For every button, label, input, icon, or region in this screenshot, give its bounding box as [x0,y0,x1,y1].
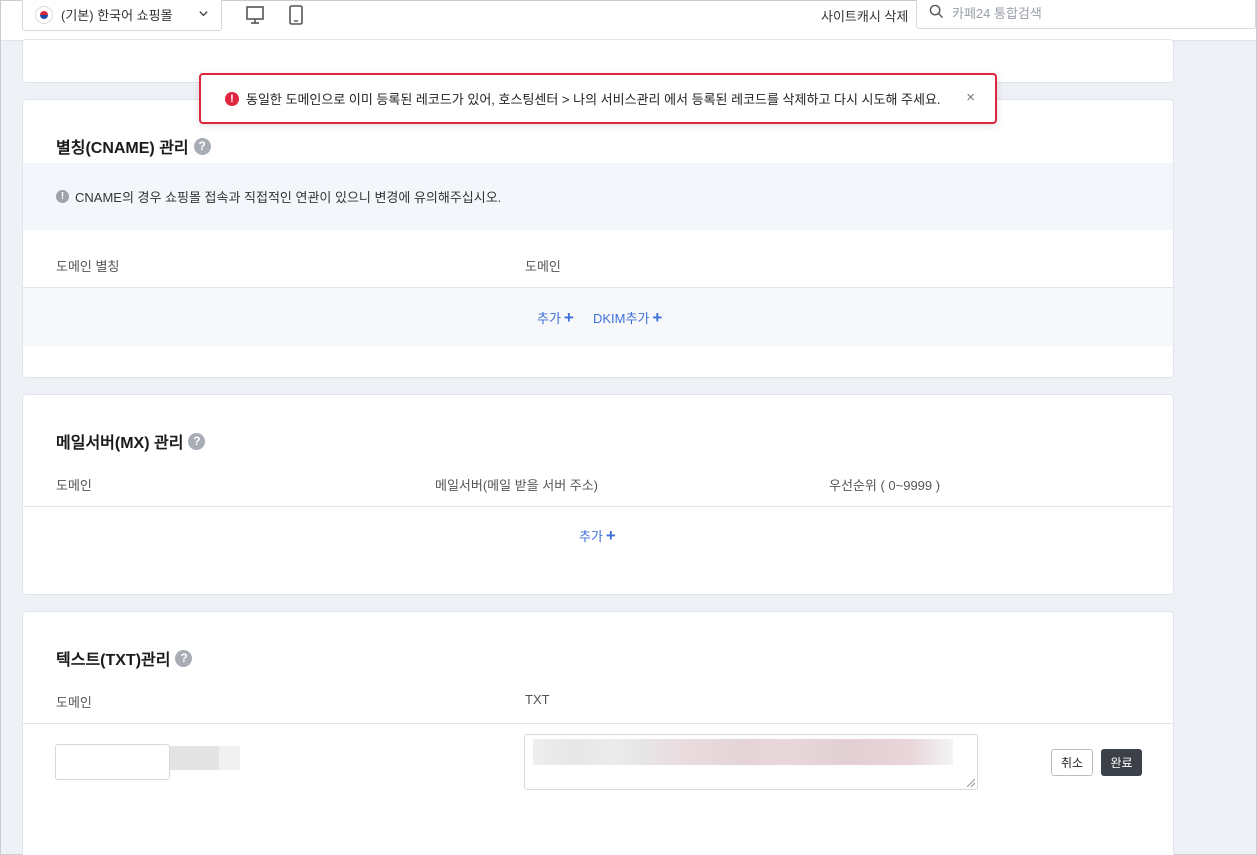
dkim-add-button[interactable]: DKIM추가 + [593,308,662,327]
col-domain: 도메인 [56,695,92,710]
cname-title-text: 별칭(CNAME) 관리 [56,140,189,157]
add-label: 추가 [579,529,603,544]
add-row: 추가 + DKIM추가 + [23,288,1173,346]
txt-domain-input[interactable] [55,744,170,780]
col-txt: TXT [525,692,550,707]
chevron-down-icon [198,8,209,22]
plus-icon: + [652,308,663,327]
error-toast-message: 동일한 도메인으로 이미 등록된 레코드가 있어, 호스팅센터 > 나의 서비스… [246,92,941,107]
mx-title: 메일서버(MX) 관리 ? [56,429,206,453]
resize-handle[interactable] [967,779,975,787]
col-domain-alias: 도메인 별칭 [56,259,120,274]
col-domain: 도메인 [56,478,92,493]
korea-flag-icon [35,5,53,24]
done-button[interactable]: 완료 [1101,749,1142,776]
cname-add-button[interactable]: 추가 + [537,308,574,327]
mobile-view-icon[interactable] [286,5,306,25]
help-icon[interactable]: ? [193,137,211,155]
site-cache-delete-link[interactable]: 사이트캐시 삭제 [821,6,908,25]
col-mail-server: 메일서버(메일 받을 서버 주소) [435,478,599,493]
txt-section: 텍스트(TXT)관리 ? 도메인 TXT 취소 완료 [22,611,1174,855]
col-priority: 우선순위 ( 0~9999 ) [829,478,941,493]
mx-section: 메일서버(MX) 관리 ? 도메인 메일서버(메일 받을 서버 주소) 우선순위… [22,394,1174,595]
txt-value-textarea[interactable] [524,734,978,790]
mall-select-label: (기본) 한국어 쇼핑몰 [61,8,173,23]
cname-notice-text: CNAME의 경우 쇼핑몰 접속과 직접적인 연관이 있으니 변경에 유의해주십… [75,190,502,205]
plus-icon: + [605,526,616,545]
help-icon[interactable]: ? [188,432,206,450]
txt-title: 텍스트(TXT)관리 ? [56,646,193,670]
cname-title: 별칭(CNAME) 관리 ? [56,134,211,158]
txt-title-text: 텍스트(TXT)관리 [56,652,171,669]
help-icon[interactable]: ? [175,649,193,667]
mx-title-text: 메일서버(MX) 관리 [56,435,184,452]
mall-select-dropdown[interactable]: (기본) 한국어 쇼핑몰 [22,0,222,31]
desktop-view-icon[interactable] [245,5,265,25]
plus-icon: + [563,308,574,327]
cname-section: 별칭(CNAME) 관리 ? ! CNAME의 경우 쇼핑몰 접속과 직접적인 … [22,99,1174,378]
redacted-domain [170,746,240,770]
cancel-button[interactable]: 취소 [1051,749,1093,776]
search-icon [929,4,952,24]
divider [23,723,1173,724]
redacted-txt-value [533,739,953,765]
col-domain: 도메인 [525,259,561,274]
top-bar: (기본) 한국어 쇼핑몰 사이트캐시 삭제 [1,0,1256,41]
mx-add-button[interactable]: 추가 + [579,526,616,545]
global-search [916,0,1256,29]
error-toast: ! 동일한 도메인으로 이미 등록된 레코드가 있어, 호스팅센터 > 나의 서… [199,73,997,124]
add-label: 추가 [537,311,561,326]
search-input[interactable] [952,6,1232,21]
error-icon: ! [225,91,239,106]
divider [23,506,1173,507]
cname-notice: ! CNAME의 경우 쇼핑몰 접속과 직접적인 연관이 있으니 변경에 유의해… [23,163,1173,230]
dkim-add-label: DKIM추가 [593,311,650,326]
close-icon[interactable]: × [966,89,975,106]
info-icon: ! [56,190,69,203]
